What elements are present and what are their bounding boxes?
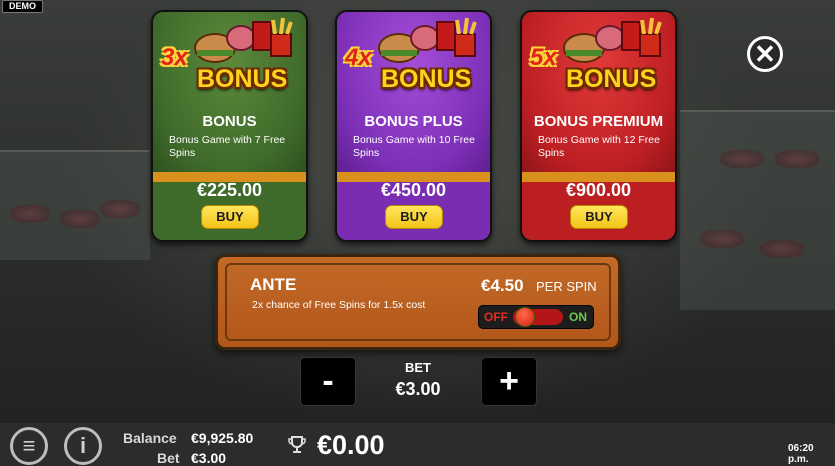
card-price: €225.00 — [196, 180, 263, 200]
toggle-knob[interactable] — [515, 307, 535, 327]
demo-badge: DEMO — [2, 0, 43, 13]
background-meat — [10, 205, 50, 223]
background-meat — [700, 230, 744, 248]
balance-value: €9,925.80 — [191, 430, 254, 446]
card-title: BONUS PLUS — [364, 113, 463, 130]
background-shelf-right — [680, 110, 835, 310]
win-amount: €0.00 — [317, 430, 385, 460]
toggle-on-label: ON — [569, 310, 587, 324]
bonus-card-basic: 3x BONUS BONUS Bonus Game with 7 Free Sp… — [151, 10, 308, 242]
menu-button[interactable]: ≡ — [10, 427, 48, 465]
card-description: Bonus Game with 12 Free Spins — [538, 134, 660, 159]
trophy-icon — [288, 436, 306, 453]
card-title: BONUS — [202, 113, 257, 130]
toggle-track[interactable] — [513, 307, 563, 327]
increase-bet-button[interactable]: + — [481, 357, 537, 406]
bonus-card-premium: 5x BONUS BONUS PREMIUM Bonus Game with 1… — [520, 10, 677, 242]
card-price: €900.00 — [565, 180, 632, 200]
ante-title: ANTE — [250, 275, 297, 294]
buy-bonus-premium-button[interactable]: BUY — [570, 205, 628, 229]
ante-unit: PER SPIN — [536, 279, 597, 294]
info-button[interactable]: i — [64, 427, 102, 465]
background-meat — [760, 240, 804, 258]
bet-status-label: Bet — [157, 450, 180, 466]
decrease-bet-button[interactable]: - — [300, 357, 356, 406]
background-meat — [720, 150, 764, 168]
close-button[interactable]: ✕ — [747, 36, 783, 72]
close-icon: ✕ — [754, 39, 776, 69]
balance-label: Balance — [123, 430, 177, 446]
multiplier-badge: 4x — [345, 44, 372, 71]
card-title: BONUS PREMIUM — [533, 113, 664, 130]
ante-description: 2x chance of Free Spins for 1.5x cost — [252, 299, 426, 311]
bonus-logo: BONUS — [566, 65, 657, 93]
card-description: Bonus Game with 10 Free Spins — [353, 134, 475, 159]
bonus-card-plus: 4x BONUS BONUS PLUS Bonus Game with 10 F… — [335, 10, 492, 242]
bonus-logo: BONUS — [381, 65, 472, 93]
ante-price: €4.50 — [481, 276, 524, 295]
buy-bonus-plus-button[interactable]: BUY — [385, 205, 443, 229]
background-meat — [775, 150, 819, 168]
info-icon: i — [79, 433, 87, 458]
hamburger-icon: ≡ — [22, 433, 36, 458]
bet-value: €3.00 — [395, 379, 441, 399]
background-meat — [60, 210, 100, 228]
bet-status-value: €3.00 — [191, 450, 227, 466]
clock-time: 06:20 p.m. — [788, 443, 814, 465]
ante-toggle[interactable]: OFF ON — [478, 305, 594, 329]
bet-label: BET — [405, 360, 431, 375]
card-price: €450.00 — [380, 180, 447, 200]
background-meat — [100, 200, 140, 218]
buy-bonus-button[interactable]: BUY — [201, 205, 259, 229]
toggle-off-label: OFF — [484, 310, 508, 324]
multiplier-badge: 5x — [530, 44, 557, 71]
card-description: Bonus Game with 7 Free Spins — [169, 134, 286, 159]
ante-panel: ANTE 2x chance of Free Spins for 1.5x co… — [215, 254, 621, 350]
bonus-logo: BONUS — [197, 65, 288, 93]
multiplier-badge: 3x — [161, 44, 188, 71]
